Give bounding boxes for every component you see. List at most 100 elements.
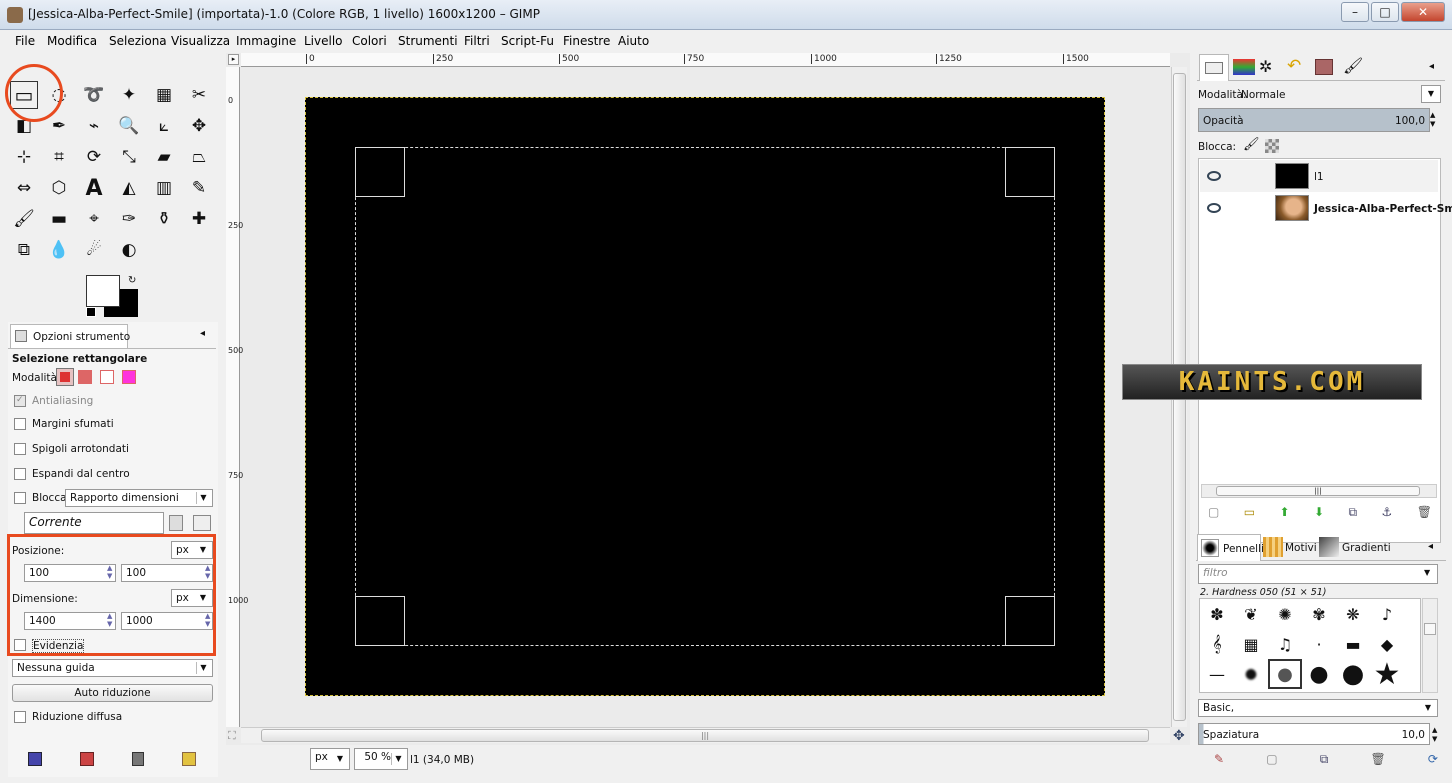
brush-item[interactable]: ● [1302,659,1336,689]
align-icon[interactable]: ⊹ [10,143,38,171]
tab-brushes[interactable]: Pennelli [1197,534,1264,561]
mode-subtract-button[interactable] [100,370,114,384]
menu-finestre[interactable]: Finestre [563,34,610,48]
rounded-checkbox[interactable] [14,443,26,455]
scale-icon[interactable]: ⤡ [115,143,143,171]
blur-icon[interactable]: 💧 [45,236,73,264]
menu-filtri[interactable]: Filtri [464,34,490,48]
lock-alpha-icon[interactable] [1265,139,1279,153]
images-icon[interactable] [1315,59,1333,75]
brush-item[interactable]: ★ [1370,657,1404,692]
pencil-icon[interactable]: ✎ [185,174,213,202]
crop-icon[interactable]: ⌗ [45,143,73,171]
delete-brush-icon[interactable]: 🗑 [1371,752,1386,768]
save-options-icon[interactable] [28,752,42,766]
spin-icon[interactable]: ▲ ▼ [1432,726,1437,744]
ratio-icon[interactable] [193,515,211,531]
brush-item[interactable]: ● [1336,659,1370,689]
menu-modifica[interactable]: Modifica [47,34,97,48]
brush-item[interactable]: ✾ [1302,599,1336,629]
antialiasing-checkbox[interactable]: ✓ [14,395,26,407]
paintbrush-icon[interactable]: 🖌 [10,205,38,233]
selection-handle-top-right[interactable] [1005,147,1055,197]
dodge-burn-icon[interactable]: ◐ [115,236,143,264]
layers-scrollbar[interactable]: ||| [1201,484,1437,498]
mode-intersect-button[interactable] [122,370,136,384]
mode-add-button[interactable] [78,370,92,384]
unit-dropdown[interactable]: px ▼ [310,748,350,770]
channels-icon[interactable] [1233,59,1255,75]
spacing-slider[interactable]: Spaziatura 10,0 [1198,723,1430,745]
paths-tab-icon[interactable]: ✲ [1259,57,1272,76]
brush-item[interactable]: ▬ [1336,629,1370,659]
scissors-icon[interactable]: ✂ [185,81,213,109]
eye-icon[interactable] [1207,203,1221,213]
panel-menu-icon[interactable]: ◂ [1428,541,1433,552]
brush-item[interactable]: ❦ [1234,599,1268,629]
color-picker-icon[interactable]: ⌁ [80,112,108,140]
fuzzy-select-icon[interactable]: ✦ [115,81,143,109]
brush-item[interactable]: ◆ [1370,629,1404,659]
horizontal-scrollbar[interactable]: ||| [241,727,1170,743]
panel-menu-icon[interactable]: ◂ [200,328,205,339]
close-button[interactable]: ✕ [1401,2,1445,22]
measure-icon[interactable]: ⟀ [150,112,178,140]
edit-brush-icon[interactable]: ✎ [1214,752,1224,768]
delete-options-icon[interactable] [132,752,144,766]
duplicate-layer-icon[interactable]: ⧉ [1349,505,1358,519]
perspective-icon[interactable]: ⏢ [185,143,213,171]
fg-bg-colors[interactable]: ↻ [86,275,142,319]
selection-handle-bottom-right[interactable] [1005,596,1055,646]
menu-colori[interactable]: Colori [352,34,387,48]
refresh-brushes-icon[interactable]: ⟳ [1428,752,1438,768]
reset-options-icon[interactable] [182,752,196,766]
menu-seleziona[interactable]: Seleziona [109,34,167,48]
panel-menu-icon[interactable]: ◂ [1429,61,1434,72]
brush-item[interactable]: ♫ [1268,629,1302,659]
swap-colors-icon[interactable]: ↻ [128,275,136,286]
tab-layers[interactable] [1199,54,1229,81]
new-group-icon[interactable]: ▭ [1244,505,1255,519]
zoom-dropdown[interactable]: 50 % ▼ [354,748,408,770]
new-layer-icon[interactable]: ▢ [1208,505,1219,519]
bucket-fill-icon[interactable]: ◭ [115,174,143,202]
current-ratio-field[interactable]: Corrente [24,512,164,534]
brush-item[interactable]: ● [1234,659,1268,689]
color-select-icon[interactable]: ▦ [150,81,178,109]
brush-item[interactable]: · [1302,629,1336,659]
flip-icon[interactable]: ⇔ [10,174,38,202]
airbrush-icon[interactable]: ⌖ [80,205,108,233]
menu-aiuto[interactable]: Aiuto [618,34,649,48]
selection-handle-bottom-left[interactable] [355,596,405,646]
smudge-icon[interactable]: ☄ [80,236,108,264]
layer-row-l1[interactable]: l1 [1200,160,1438,192]
tab-tool-options[interactable]: Opzioni strumento [10,324,130,348]
brush-item[interactable]: ● [1268,659,1302,689]
brush-item[interactable]: ✺ [1268,599,1302,629]
rotate-icon[interactable]: ⟳ [80,143,108,171]
zoom-image-icon[interactable]: ⛶ [228,729,236,743]
lock-pixels-icon[interactable]: 🖌 [1243,137,1260,152]
free-select-icon[interactable]: ➰ [80,81,108,109]
brush-scrollbar[interactable] [1422,598,1438,693]
opacity-slider[interactable]: Opacità 100,0 [1198,108,1430,132]
blend-icon[interactable]: ▥ [150,174,178,202]
menu-livello[interactable]: Livello [304,34,343,48]
brush-item[interactable]: ▦ [1234,629,1268,659]
raise-layer-icon[interactable]: ⬆ [1280,505,1290,519]
layer-row-photo[interactable]: Jessica-Alba-Perfect-Smile. [1200,192,1452,224]
menu-script-fu[interactable]: Script-Fu [501,34,554,48]
eraser-icon[interactable]: ▬ [45,205,73,233]
perspective-clone-icon[interactable]: ⧉ [10,236,38,264]
selection-handle-top-left[interactable] [355,147,405,197]
menu-visualizza[interactable]: Visualizza [171,34,230,48]
quick-mask-icon[interactable]: ▸ [228,54,239,65]
menu-immagine[interactable]: Immagine [236,34,296,48]
clone-icon[interactable]: ⚱ [150,205,178,233]
brush-grid[interactable]: ✽ ❦ ✺ ✾ ❋ ♪ 𝄞 ▦ ♫ · ▬ ◆ — ● ● ● ● ★ [1199,598,1421,693]
duplicate-brush-icon[interactable]: ⧉ [1320,752,1329,768]
menu-strumenti[interactable]: Strumenti [398,34,458,48]
brush-tag-dropdown[interactable]: Basic, ▼ [1198,699,1438,717]
new-brush-icon[interactable]: ▢ [1266,752,1277,768]
brush-tab-icon[interactable]: 🖌 [1343,56,1363,75]
